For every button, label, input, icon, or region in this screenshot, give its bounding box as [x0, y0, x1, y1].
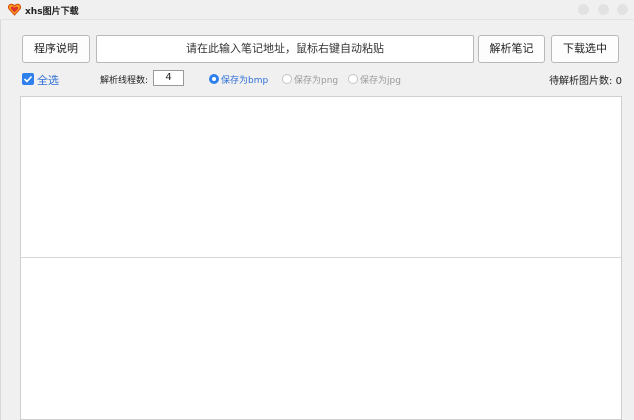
window-title: xhs图片下载 — [25, 7, 79, 17]
save-bmp-label[interactable]: 保存为bmp — [221, 73, 268, 86]
minimize-button[interactable] — [578, 4, 589, 15]
threads-input[interactable]: 4 — [153, 70, 184, 86]
save-png-radio[interactable] — [282, 74, 292, 84]
title-bar: xhs图片下载 — [0, 0, 634, 20]
program-info-button[interactable]: 程序说明 — [22, 35, 90, 63]
maximize-button[interactable] — [597, 4, 609, 15]
parse-note-button[interactable]: 解析笔记 — [478, 35, 545, 63]
image-list-area[interactable] — [20, 96, 622, 420]
save-png-label[interactable]: 保存为png — [294, 73, 338, 86]
pending-label: 待解析图片数: — [549, 76, 613, 87]
save-bmp-radio[interactable] — [209, 74, 219, 84]
note-url-input[interactable]: 请在此输入笔记地址，鼠标右键自动粘贴 — [96, 35, 474, 63]
close-button[interactable] — [617, 4, 628, 15]
pending-count: 待解析图片数: 0 — [549, 72, 622, 87]
save-jpg-label[interactable]: 保存为jpg — [360, 73, 401, 86]
list-divider — [21, 257, 621, 258]
select-all-label[interactable]: 全选 — [37, 72, 59, 88]
window-controls — [573, 4, 628, 18]
heart-logo-icon — [8, 3, 21, 16]
checkmark-icon — [23, 75, 33, 83]
save-jpg-radio[interactable] — [348, 74, 358, 84]
download-selected-button[interactable]: 下载选中 — [551, 35, 619, 63]
threads-label: 解析线程数: — [100, 76, 149, 86]
pending-value: 0 — [615, 76, 622, 87]
options-row: 全选 解析线程数: 4 保存为bmp 保存为png 保存为jpg 待解析图片数:… — [0, 70, 634, 90]
select-all-checkbox[interactable] — [22, 73, 34, 85]
